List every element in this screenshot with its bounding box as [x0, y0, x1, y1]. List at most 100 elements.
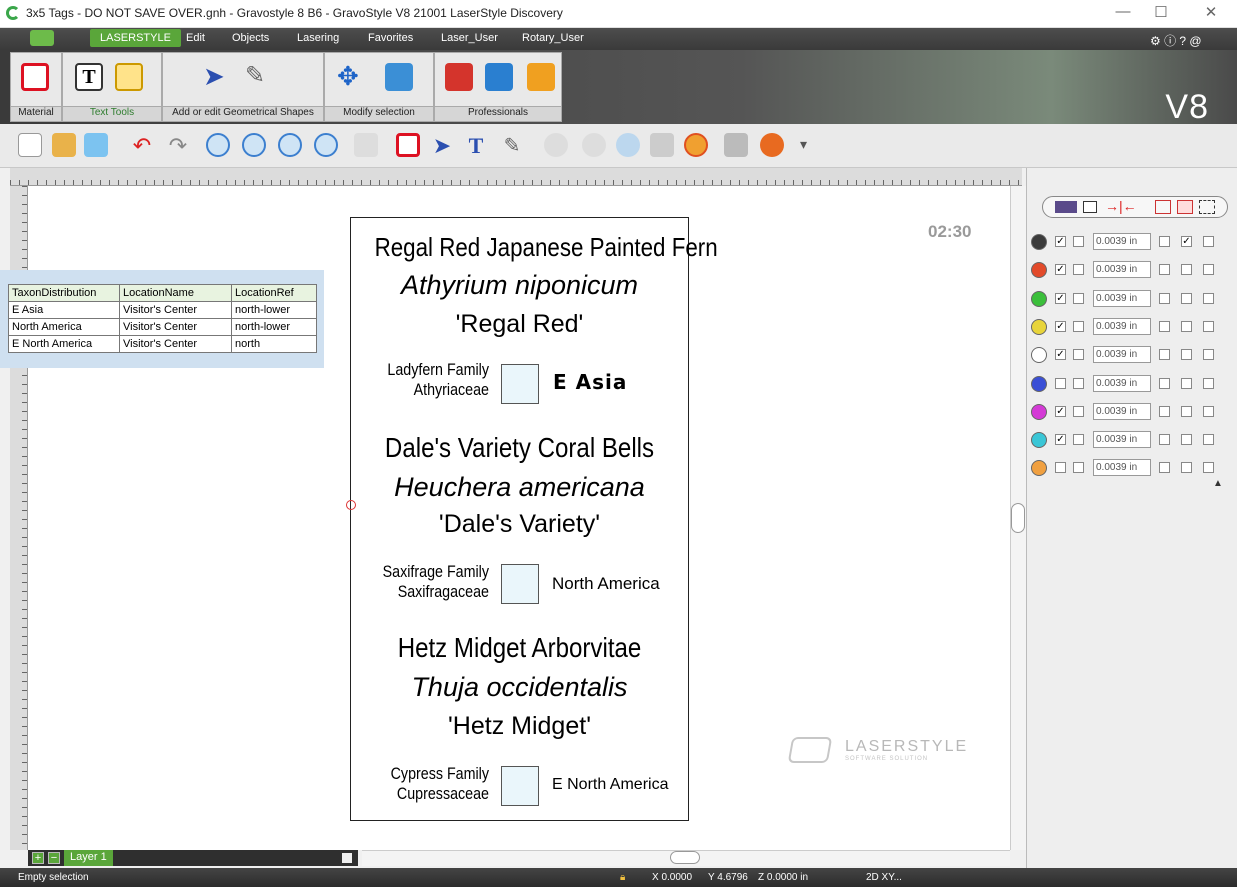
zoom-in-icon[interactable]: [206, 133, 230, 157]
zoom-fit-icon[interactable]: [278, 133, 302, 157]
pen-color-icon[interactable]: [1031, 262, 1047, 279]
pen-checkbox[interactable]: ✓: [1055, 236, 1066, 247]
pen-color-icon[interactable]: [1031, 347, 1047, 364]
panel-scroll-up-icon[interactable]: ▲: [1213, 478, 1223, 489]
menu-favorites[interactable]: Favorites: [368, 32, 413, 44]
outline-mode-icon[interactable]: [1083, 201, 1097, 213]
help-icons[interactable]: ⚙ ⓘ ? @: [1150, 32, 1202, 49]
pen-checkbox[interactable]: [1159, 292, 1170, 304]
pen-checkbox[interactable]: [1181, 264, 1192, 276]
add-layer-button[interactable]: +: [32, 852, 44, 864]
open-icon[interactable]: [52, 133, 76, 157]
pen-checkbox[interactable]: [1159, 264, 1170, 276]
pen-checkbox[interactable]: ✓: [1055, 264, 1066, 276]
database-icon[interactable]: [527, 63, 555, 91]
pen-checkbox[interactable]: [1203, 236, 1214, 247]
pen-checkbox[interactable]: [1181, 292, 1192, 304]
horizontal-scroll-thumb[interactable]: [670, 851, 700, 864]
pen-value-field[interactable]: 0.0039 in: [1093, 317, 1151, 335]
pen-checkbox[interactable]: [1203, 405, 1214, 417]
pen-checkbox[interactable]: [1073, 434, 1084, 446]
pen-checkbox[interactable]: [1159, 462, 1170, 474]
table-row[interactable]: E Asia Visitor's Center north-lower: [8, 301, 317, 319]
laser-tool-icon[interactable]: [650, 133, 674, 157]
pen-row[interactable]: ✓ 0.0039 in: [1031, 288, 1231, 310]
layer-tab[interactable]: Layer 1: [64, 850, 113, 866]
zoom-out-icon[interactable]: [242, 133, 266, 157]
material-icon[interactable]: [21, 63, 49, 91]
group-icon[interactable]: [544, 133, 568, 157]
move-icon[interactable]: ✥: [337, 63, 365, 91]
pen-checkbox[interactable]: [1073, 264, 1084, 276]
menu-laserstyle[interactable]: LASERSTYLE: [90, 29, 181, 47]
pen-row[interactable]: ✓ 0.0039 in: [1031, 316, 1231, 338]
pen-color-icon[interactable]: [1031, 460, 1047, 477]
pen-checkbox[interactable]: [1203, 264, 1214, 276]
bounding-box-icon[interactable]: [1199, 200, 1215, 214]
pen-row[interactable]: ✓ 0.0039 in: [1031, 259, 1231, 281]
text-effect-icon[interactable]: [115, 63, 143, 91]
redo-icon[interactable]: ↷: [166, 133, 190, 158]
text-tb-icon[interactable]: T: [464, 133, 488, 158]
menu-rotary-user[interactable]: Rotary_User: [522, 32, 584, 44]
close-button[interactable]: ✕: [1196, 3, 1226, 21]
pen-checkbox[interactable]: [1073, 320, 1084, 332]
pen-color-icon[interactable]: [1031, 318, 1047, 335]
pen-checkbox[interactable]: [1203, 292, 1214, 304]
pen-checkbox[interactable]: ✓: [1055, 405, 1066, 417]
pen-color-icon[interactable]: [1031, 432, 1047, 449]
pen-checkbox[interactable]: [1055, 377, 1066, 389]
pen-checkbox[interactable]: [1073, 377, 1084, 389]
zoom-page-icon[interactable]: [314, 133, 338, 157]
vertical-scroll-thumb[interactable]: [1011, 503, 1025, 533]
pen-checkbox[interactable]: ✓: [1055, 349, 1066, 361]
pen-color-icon[interactable]: [1031, 403, 1047, 420]
lock-icon[interactable]: 🔒︎: [620, 872, 625, 883]
pen-checkbox[interactable]: [1073, 349, 1084, 361]
pen-value-field[interactable]: 0.0039 in: [1093, 402, 1151, 420]
table-row[interactable]: E North America Visitor's Center north: [8, 335, 317, 353]
machine-icon[interactable]: [724, 133, 748, 157]
undo-icon[interactable]: ↶: [130, 133, 154, 158]
pen-checkbox[interactable]: [1159, 434, 1170, 446]
new-document-icon[interactable]: [18, 133, 42, 157]
pen-checkbox[interactable]: [1159, 320, 1170, 332]
minimize-button[interactable]: —: [1108, 3, 1138, 20]
align-icon[interactable]: [385, 63, 413, 91]
view-mode[interactable]: 2D XY...: [866, 872, 902, 883]
pen-checkbox[interactable]: ✓: [1055, 320, 1066, 332]
ungroup-icon[interactable]: [582, 133, 606, 157]
pen-checkbox[interactable]: [1181, 405, 1192, 417]
pen-color-icon[interactable]: [1031, 234, 1047, 250]
pen-checkbox[interactable]: [1181, 349, 1192, 361]
pen-checkbox[interactable]: [1073, 292, 1084, 304]
pen-row[interactable]: ✓ 0.0039 in: [1031, 401, 1231, 423]
pen-panel-toolbar[interactable]: →|←: [1042, 196, 1228, 218]
pen-checkbox[interactable]: [1181, 320, 1192, 332]
pen-checkbox[interactable]: [1181, 434, 1192, 446]
pen-checkbox[interactable]: [1203, 434, 1214, 446]
pen-checkbox[interactable]: [1203, 320, 1214, 332]
pen-checkbox[interactable]: [1159, 236, 1170, 247]
material-tb-icon[interactable]: [396, 133, 420, 157]
pen-row[interactable]: ✓ 0.0039 in: [1031, 429, 1231, 451]
pen-value-field[interactable]: 0.0039 in: [1093, 431, 1151, 449]
pen-checkbox[interactable]: [1159, 377, 1170, 389]
pen-color-icon[interactable]: [1031, 290, 1047, 307]
pen-checkbox[interactable]: [1203, 349, 1214, 361]
pen-value-field[interactable]: 0.0039 in: [1093, 261, 1151, 279]
import-icon[interactable]: [445, 63, 473, 91]
dimension-icon[interactable]: →|←: [1105, 198, 1137, 214]
select-arrow-icon[interactable]: ➤: [203, 63, 231, 91]
shapes-icon[interactable]: [1155, 200, 1171, 214]
pen-row[interactable]: 0.0039 in: [1031, 373, 1231, 395]
pen-checkbox[interactable]: [1181, 377, 1192, 389]
remove-layer-button[interactable]: −: [48, 852, 60, 864]
save-icon[interactable]: [84, 133, 108, 157]
pen-value-field[interactable]: 0.0039 in: [1093, 459, 1151, 477]
toolbar-overflow-icon[interactable]: ▾: [800, 136, 824, 160]
pen-checkbox[interactable]: ✓: [1055, 292, 1066, 304]
burn-icon[interactable]: [760, 133, 784, 157]
refresh-icon[interactable]: [616, 133, 640, 157]
pen-value-field[interactable]: 0.0039 in: [1093, 374, 1151, 392]
